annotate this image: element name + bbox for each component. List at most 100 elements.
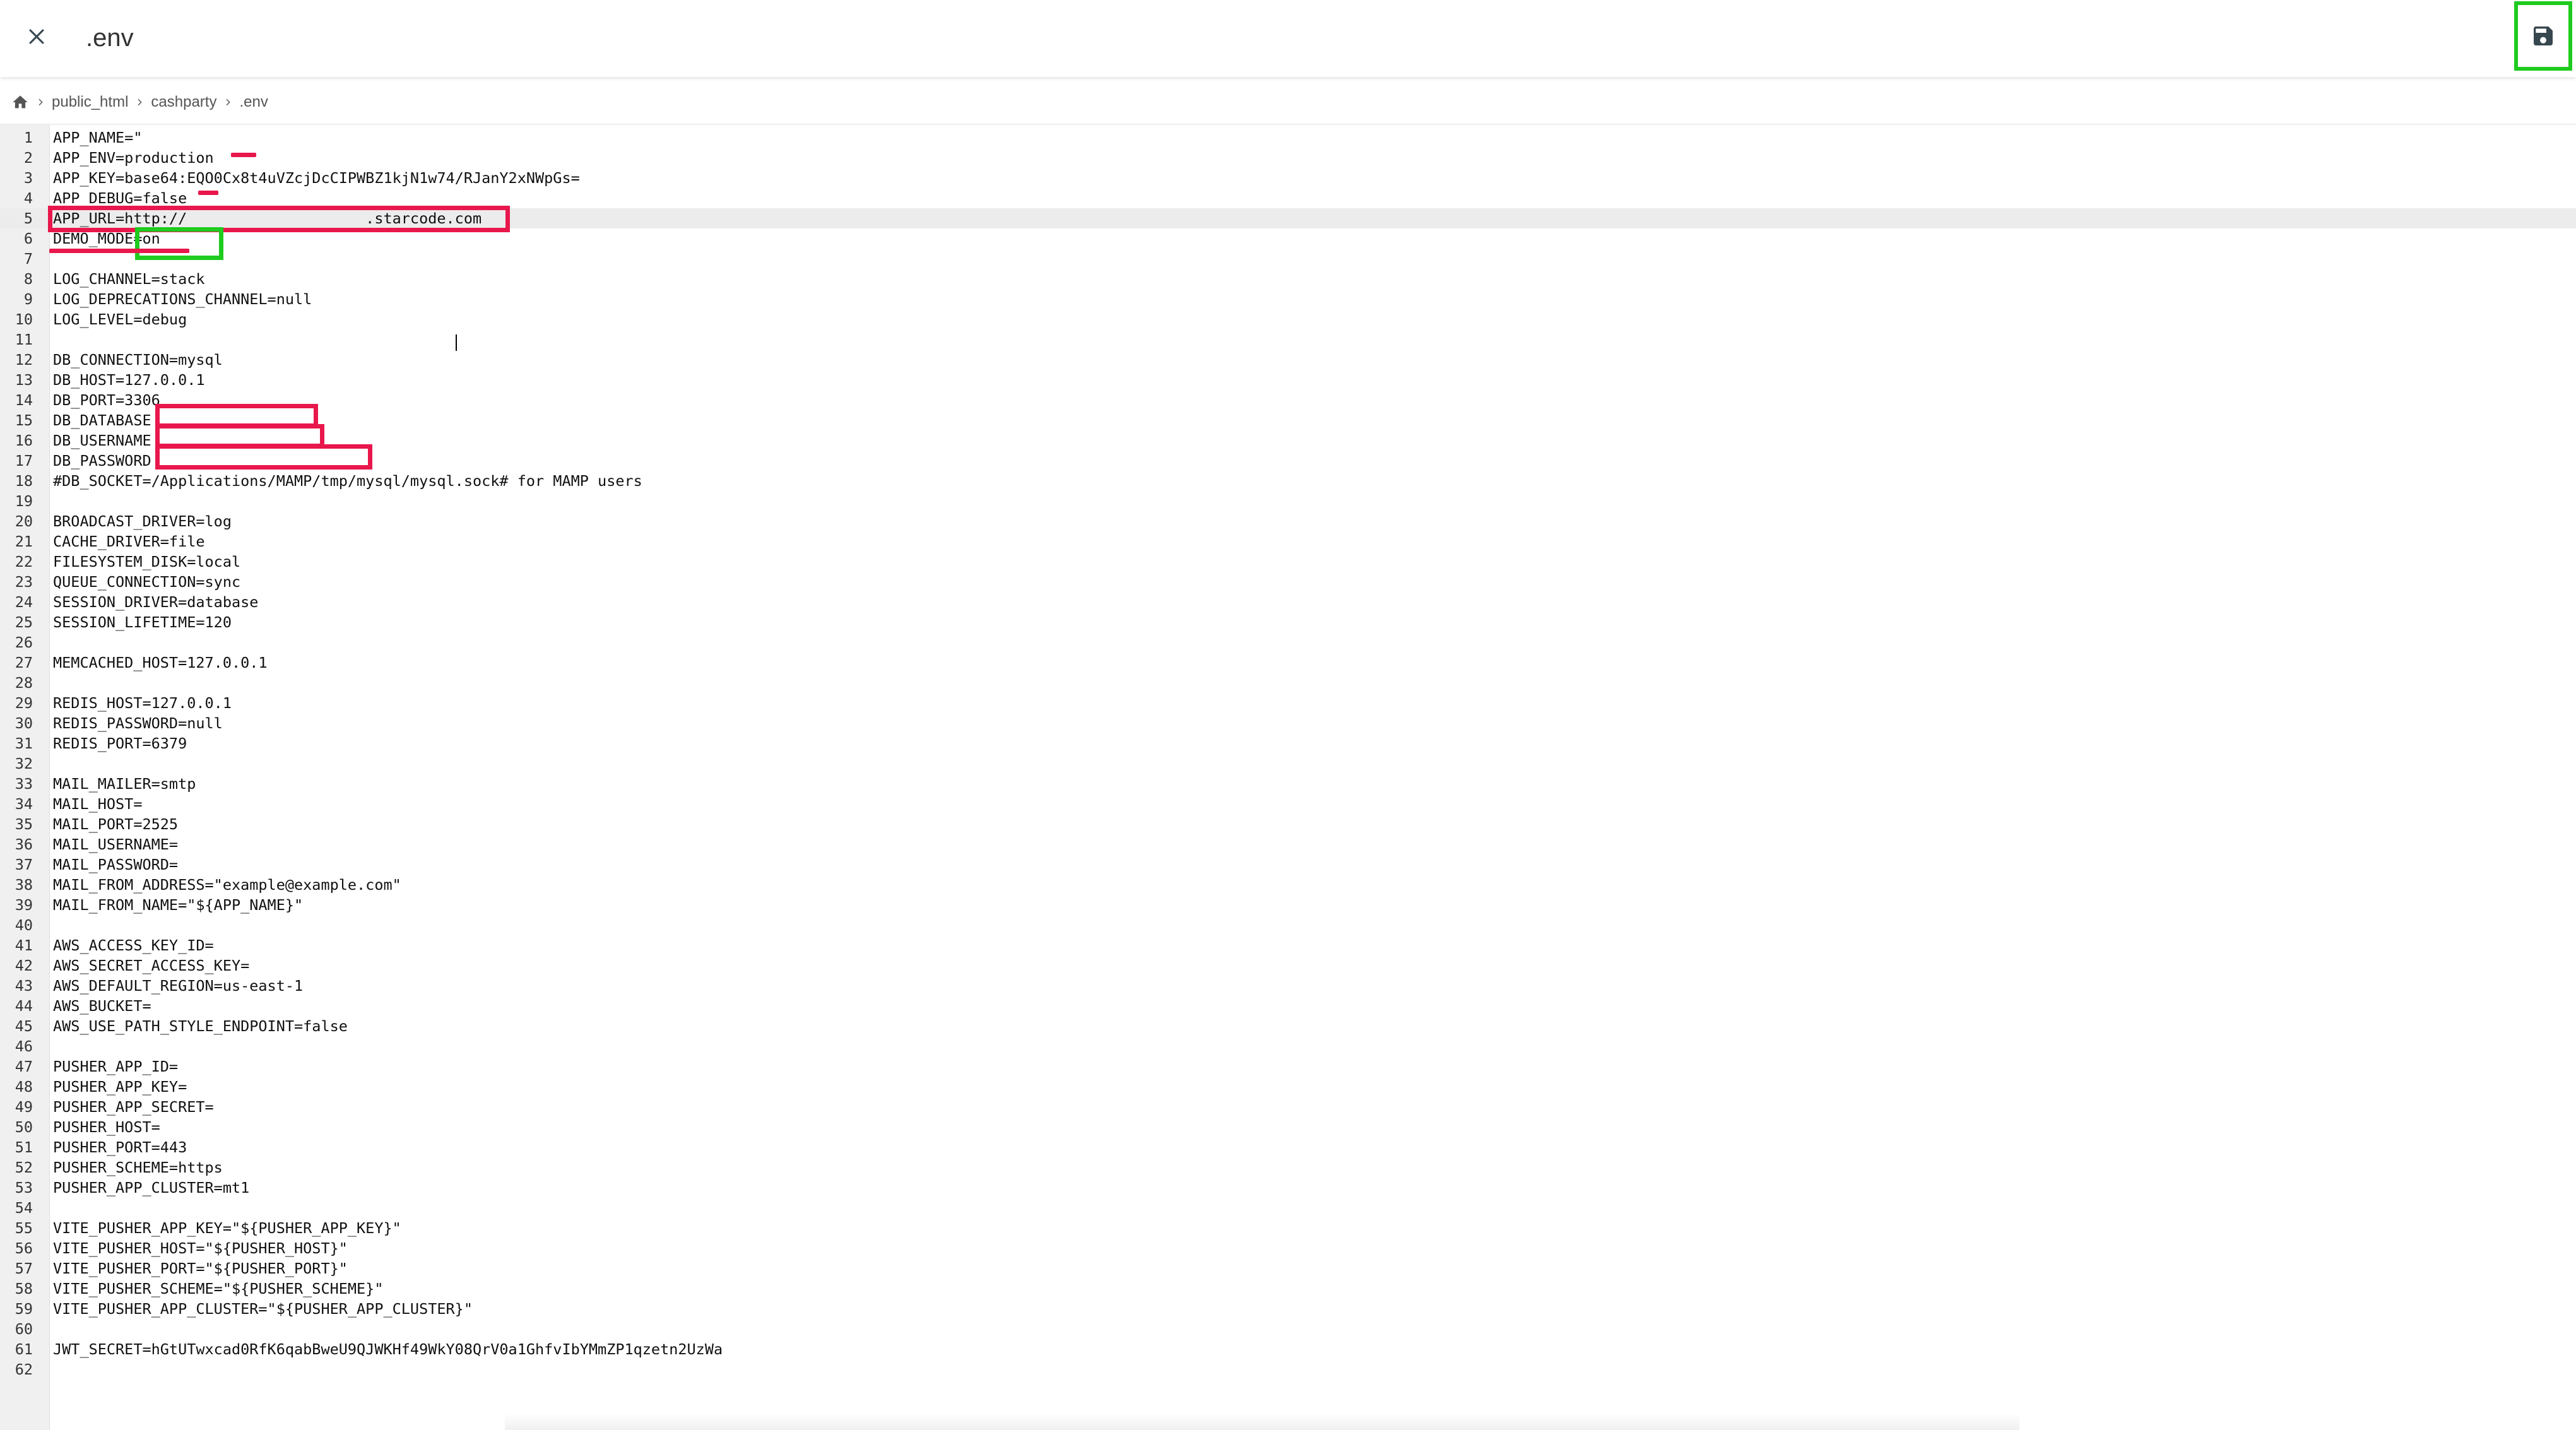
code-line[interactable]: 62 — [0, 1359, 2576, 1380]
line-text[interactable]: REDIS_PASSWORD=null — [53, 713, 223, 733]
code-line[interactable]: 61 JWT_SECRET=hGtUTwxcad0RfK6qabBweU9QJWK… — [0, 1339, 2576, 1359]
line-text[interactable]: LOG_DEPRECATIONS_CHANNEL=null — [53, 289, 312, 309]
line-text[interactable]: MAIL_USERNAME= — [53, 834, 178, 854]
code-line[interactable]: 35 MAIL_PORT=2525 — [0, 814, 2576, 834]
line-text[interactable]: APP_NAME=" — [53, 127, 142, 148]
line-text[interactable]: PUSHER_APP_ID= — [53, 1056, 178, 1077]
code-line[interactable]: 50 PUSHER_HOST= — [0, 1117, 2576, 1137]
code-line[interactable]: 41 AWS_ACCESS_KEY_ID= — [0, 935, 2576, 955]
line-text[interactable]: MAIL_FROM_NAME="${APP_NAME}" — [53, 895, 303, 915]
line-text[interactable]: DB_DATABASE — [53, 410, 151, 430]
code-line[interactable]: 7 — [0, 249, 2576, 269]
line-text[interactable]: DB_PASSWORD — [53, 451, 151, 471]
code-line[interactable]: 47 PUSHER_APP_ID= — [0, 1056, 2576, 1077]
code-line[interactable]: 39 MAIL_FROM_NAME="${APP_NAME}" — [0, 895, 2576, 915]
line-text[interactable]: APP_ENV=production — [53, 148, 214, 168]
code-line[interactable]: 26 — [0, 632, 2576, 653]
line-text[interactable]: APP_DEBUG=false — [53, 188, 187, 208]
line-text[interactable]: VITE_PUSHER_HOST="${PUSHER_HOST}" — [53, 1238, 348, 1258]
line-text[interactable]: PUSHER_APP_KEY= — [53, 1077, 187, 1097]
code-line[interactable]: 45 AWS_USE_PATH_STYLE_ENDPOINT=false — [0, 1016, 2576, 1036]
code-line[interactable]: 27 MEMCACHED_HOST=127.0.0.1 — [0, 653, 2576, 673]
code-line[interactable]: 18 #DB_SOCKET=/Applications/MAMP/tmp/mysq… — [0, 471, 2576, 491]
line-text[interactable]: JWT_SECRET=hGtUTwxcad0RfK6qabBweU9QJWKHf… — [53, 1339, 723, 1359]
code-line[interactable]: 32 — [0, 753, 2576, 774]
line-text[interactable]: DB_USERNAME — [53, 430, 151, 451]
line-text[interactable]: PUSHER_APP_SECRET= — [53, 1097, 214, 1117]
line-text[interactable]: DB_CONNECTION=mysql — [53, 350, 223, 370]
code-line[interactable]: 46 — [0, 1036, 2576, 1056]
code-line[interactable]: 25 SESSION_LIFETIME=120 — [0, 612, 2576, 632]
code-line[interactable]: 57 VITE_PUSHER_PORT="${PUSHER_PORT}" — [0, 1258, 2576, 1279]
code-line[interactable]: 5 APP_URL=http:// .starcode.com — [0, 208, 2576, 228]
code-line[interactable]: 49 PUSHER_APP_SECRET= — [0, 1097, 2576, 1117]
code-line[interactable]: 4 APP_DEBUG=false — [0, 188, 2576, 208]
code-line[interactable]: 33 MAIL_MAILER=smtp — [0, 774, 2576, 794]
line-text[interactable]: REDIS_HOST=127.0.0.1 — [53, 693, 232, 713]
code-line[interactable]: 34 MAIL_HOST= — [0, 794, 2576, 814]
line-text[interactable]: MEMCACHED_HOST=127.0.0.1 — [53, 653, 268, 673]
line-text[interactable]: VITE_PUSHER_APP_CLUSTER="${PUSHER_APP_CL… — [53, 1299, 473, 1319]
code-line[interactable]: 60 — [0, 1319, 2576, 1339]
code-line[interactable]: 31 REDIS_PORT=6379 — [0, 733, 2576, 753]
line-text[interactable]: MAIL_HOST= — [53, 794, 142, 814]
code-line[interactable]: 22 FILESYSTEM_DISK=local — [0, 552, 2576, 572]
code-line[interactable]: 24 SESSION_DRIVER=database — [0, 592, 2576, 612]
code-line[interactable]: 19 — [0, 491, 2576, 511]
code-line[interactable]: 53 PUSHER_APP_CLUSTER=mt1 — [0, 1178, 2576, 1198]
code-line[interactable]: 8 LOG_CHANNEL=stack — [0, 269, 2576, 289]
code-line[interactable]: 56 VITE_PUSHER_HOST="${PUSHER_HOST}" — [0, 1238, 2576, 1258]
code-line[interactable]: 37 MAIL_PASSWORD= — [0, 854, 2576, 875]
code-line[interactable]: 15 DB_DATABASE — [0, 410, 2576, 430]
line-text[interactable]: FILESYSTEM_DISK=local — [53, 552, 240, 572]
code-line[interactable]: 48 PUSHER_APP_KEY= — [0, 1077, 2576, 1097]
code-line[interactable]: 58 VITE_PUSHER_SCHEME="${PUSHER_SCHEME}" — [0, 1279, 2576, 1299]
code-line[interactable]: 11 — [0, 329, 2576, 350]
line-text[interactable]: VITE_PUSHER_APP_KEY="${PUSHER_APP_KEY}" — [53, 1218, 401, 1238]
code-editor[interactable]: 1 APP_NAME=" 2 APP_ENV=production 3 APP_KEY=b… — [0, 124, 2576, 1430]
line-text[interactable]: VITE_PUSHER_SCHEME="${PUSHER_SCHEME}" — [53, 1279, 383, 1299]
line-text[interactable]: SESSION_LIFETIME=120 — [53, 612, 232, 632]
code-line[interactable]: 14 DB_PORT=3306 — [0, 390, 2576, 410]
code-line[interactable]: 10 LOG_LEVEL=debug — [0, 309, 2576, 329]
line-text[interactable]: CACHE_DRIVER=file — [53, 531, 205, 552]
line-text[interactable]: #DB_SOCKET=/Applications/MAMP/tmp/mysql/… — [53, 471, 642, 491]
line-text[interactable]: AWS_USE_PATH_STYLE_ENDPOINT=false — [53, 1016, 348, 1036]
code-line[interactable]: 3 APP_KEY=base64:EQO0Cx8t4uVZcjDcCIPWBZ1k… — [0, 168, 2576, 188]
code-line[interactable]: 20 BROADCAST_DRIVER=log — [0, 511, 2576, 531]
code-line[interactable]: 12 DB_CONNECTION=mysql — [0, 350, 2576, 370]
code-line[interactable]: 59 VITE_PUSHER_APP_CLUSTER="${PUSHER_APP_… — [0, 1299, 2576, 1319]
breadcrumb-item-cashparty[interactable]: cashparty — [151, 93, 216, 111]
line-text[interactable]: DB_PORT=3306 — [53, 390, 160, 410]
line-text[interactable]: AWS_ACCESS_KEY_ID= — [53, 935, 214, 955]
line-text[interactable]: AWS_SECRET_ACCESS_KEY= — [53, 955, 249, 976]
code-line[interactable]: 28 — [0, 673, 2576, 693]
save-button[interactable] — [2514, 1, 2572, 71]
line-text[interactable]: APP_KEY=base64:EQO0Cx8t4uVZcjDcCIPWBZ1kj… — [53, 168, 580, 188]
line-text[interactable]: VITE_PUSHER_PORT="${PUSHER_PORT}" — [53, 1258, 348, 1279]
line-text[interactable]: QUEUE_CONNECTION=sync — [53, 572, 240, 592]
code-line[interactable]: 51 PUSHER_PORT=443 — [0, 1137, 2576, 1157]
code-line[interactable]: 43 AWS_DEFAULT_REGION=us-east-1 — [0, 976, 2576, 996]
code-lines[interactable]: 1 APP_NAME=" 2 APP_ENV=production 3 APP_KEY=b… — [0, 127, 2576, 1380]
code-line[interactable]: 55 VITE_PUSHER_APP_KEY="${PUSHER_APP_KEY}… — [0, 1218, 2576, 1238]
code-line[interactable]: 9 LOG_DEPRECATIONS_CHANNEL=null — [0, 289, 2576, 309]
line-text[interactable]: DB_HOST=127.0.0.1 — [53, 370, 205, 390]
code-line[interactable]: 29 REDIS_HOST=127.0.0.1 — [0, 693, 2576, 713]
code-line[interactable]: 38 MAIL_FROM_ADDRESS="example@example.com… — [0, 875, 2576, 895]
line-text[interactable]: MAIL_FROM_ADDRESS="example@example.com" — [53, 875, 401, 895]
line-text[interactable]: PUSHER_HOST= — [53, 1117, 160, 1137]
line-text[interactable]: MAIL_PORT=2525 — [53, 814, 178, 834]
line-text[interactable]: MAIL_PASSWORD= — [53, 854, 178, 875]
breadcrumb-item-public-html[interactable]: public_html — [52, 93, 128, 111]
line-text[interactable]: DEMO_MODE=on — [53, 228, 160, 249]
line-text[interactable]: REDIS_PORT=6379 — [53, 733, 187, 753]
line-text[interactable]: MAIL_MAILER=smtp — [53, 774, 196, 794]
line-text[interactable]: BROADCAST_DRIVER=log — [53, 511, 232, 531]
home-icon[interactable] — [11, 93, 29, 111]
close-button[interactable] — [19, 19, 54, 54]
line-text[interactable]: PUSHER_SCHEME=https — [53, 1157, 223, 1178]
code-line[interactable]: 1 APP_NAME=" — [0, 127, 2576, 148]
line-text[interactable]: APP_URL=http:// .starcode.com — [53, 208, 482, 228]
code-line[interactable]: 16 DB_USERNAME — [0, 430, 2576, 451]
